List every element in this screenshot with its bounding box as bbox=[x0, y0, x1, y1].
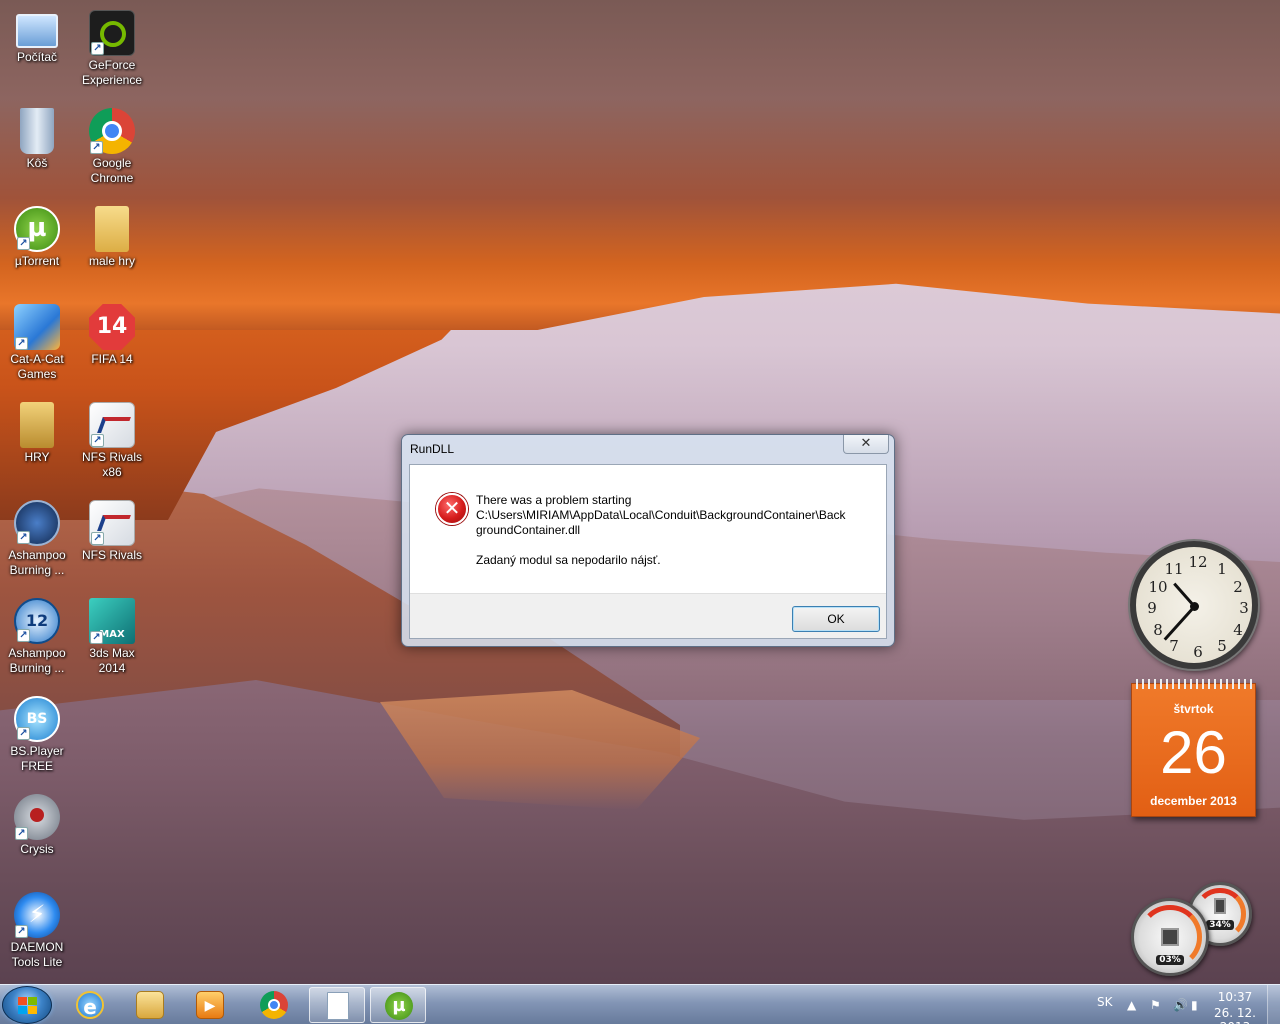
clock-number: 11 bbox=[1164, 560, 1184, 578]
dialog-footer: OK bbox=[410, 593, 886, 638]
taskbar-explorer[interactable] bbox=[122, 987, 178, 1023]
recycle-bin-icon bbox=[20, 108, 54, 154]
desktop-icon-male-hry[interactable]: male hry bbox=[75, 202, 149, 269]
desktop-icon-cat-a-cat[interactable]: ↗ Cat-A-Cat Games bbox=[0, 300, 74, 382]
calendar-month-year: december 2013 bbox=[1150, 794, 1237, 808]
calendar-gadget[interactable]: štvrtok 26 december 2013 bbox=[1131, 679, 1256, 817]
explorer-icon bbox=[136, 991, 164, 1019]
clock-number: 6 bbox=[1193, 643, 1203, 661]
volume-icon[interactable]: 🔊 bbox=[1173, 998, 1188, 1012]
folder-icon bbox=[95, 206, 129, 252]
daemon-tools-icon: ⚡ ↗ bbox=[14, 892, 60, 938]
chrome-icon: ↗ bbox=[89, 108, 135, 154]
dialog-title: RunDLL bbox=[410, 442, 455, 456]
memory-chip-icon bbox=[1214, 897, 1226, 914]
dialog-body: ✕ There was a problem starting C:\Users\… bbox=[409, 464, 887, 639]
chrome-icon bbox=[260, 991, 288, 1019]
ashampoo-12-icon: 12 ↗ bbox=[14, 598, 60, 644]
clock-number: 1 bbox=[1217, 560, 1227, 578]
desktop-icon-ashampoo-burning-1[interactable]: ↗ Ashampoo Burning ... bbox=[0, 496, 74, 578]
clock-number: 7 bbox=[1169, 637, 1179, 655]
clock-number: 2 bbox=[1233, 578, 1243, 596]
taskbar-notepad[interactable] bbox=[309, 987, 365, 1023]
rundll-error-dialog[interactable]: RunDLL ✕ ✕ There was a problem starting … bbox=[401, 434, 895, 647]
desktop-icon-chrome[interactable]: ↗ Google Chrome bbox=[75, 104, 149, 186]
show-hidden-icons-icon[interactable]: ▲ bbox=[1127, 998, 1136, 1012]
document-icon bbox=[327, 992, 349, 1020]
network-icon[interactable]: ▮ bbox=[1191, 998, 1198, 1012]
desktop-icon-pocitac[interactable]: Počítač bbox=[0, 6, 74, 65]
error-message-detail: Zadaný modul sa nepodarilo nájsť. bbox=[476, 553, 661, 567]
ram-percent: 34% bbox=[1206, 919, 1234, 930]
desktop-icon-ashampoo-burning-2[interactable]: 12 ↗ Ashampoo Burning ... bbox=[0, 594, 74, 676]
folder-icon bbox=[20, 402, 54, 448]
nfs-icon: ↗ bbox=[89, 402, 135, 448]
taskbar-chrome[interactable] bbox=[246, 987, 302, 1023]
desktop-icon-kos[interactable]: Kôš bbox=[0, 104, 74, 171]
bsplayer-icon: BS ↗ bbox=[14, 696, 60, 742]
language-indicator[interactable]: SK bbox=[1097, 995, 1113, 1009]
desktop[interactable]: Počítač ↗ GeForce Experience Kôš ↗ Googl… bbox=[0, 0, 1280, 984]
close-button[interactable]: ✕ bbox=[843, 435, 889, 454]
3dsmax-icon: MAX ↗ bbox=[89, 598, 135, 644]
desktop-icon-nfs-rivals-x86[interactable]: ↗ NFS Rivals x86 bbox=[75, 398, 149, 480]
geforce-icon: ↗ bbox=[89, 10, 135, 56]
error-message-path-cont: groundContainer.dll bbox=[476, 523, 581, 537]
error-icon: ✕ bbox=[436, 493, 468, 525]
taskbar-media-player[interactable]: ▶ bbox=[182, 987, 238, 1023]
clock-number: 9 bbox=[1147, 599, 1157, 617]
nfs-icon: ↗ bbox=[89, 500, 135, 546]
error-message-path: C:\Users\MIRIAM\AppData\Local\Conduit\Ba… bbox=[476, 508, 846, 522]
computer-icon bbox=[16, 14, 58, 48]
windows-logo-icon bbox=[18, 997, 38, 1015]
start-button[interactable] bbox=[2, 986, 52, 1024]
utorrent-icon: µ ↗ bbox=[14, 206, 60, 252]
taskbar-ie[interactable]: e bbox=[62, 987, 118, 1023]
cat-a-cat-icon: ↗ bbox=[14, 304, 60, 350]
ok-button[interactable]: OK bbox=[792, 606, 880, 632]
desktop-icon-utorrent[interactable]: µ ↗ µTorrent bbox=[0, 202, 74, 269]
desktop-icon-fifa14[interactable]: 14 FIFA 14 bbox=[75, 300, 149, 367]
show-desktop-button[interactable] bbox=[1267, 985, 1280, 1024]
error-message: There was a problem starting C:\Users\MI… bbox=[476, 493, 866, 568]
cpu-meter-gadget[interactable]: 03% bbox=[1131, 898, 1209, 976]
calendar-rings bbox=[1136, 679, 1252, 689]
taskbar-clock-time[interactable]: 10:37 bbox=[1206, 990, 1264, 1004]
desktop-icon-hry[interactable]: HRY bbox=[0, 398, 74, 465]
desktop-icon-geforce[interactable]: ↗ GeForce Experience bbox=[75, 6, 149, 88]
cpu-chip-icon bbox=[1161, 928, 1179, 947]
fifa-icon: 14 bbox=[89, 304, 135, 350]
taskbar-clock-date[interactable]: 26. 12. 2013 bbox=[1200, 1006, 1270, 1024]
wallpaper-arch bbox=[0, 0, 1280, 330]
desktop-icon-nfs-rivals[interactable]: ↗ NFS Rivals bbox=[75, 496, 149, 563]
cpu-percent: 03% bbox=[1156, 955, 1184, 965]
calendar-day-name: štvrtok bbox=[1173, 702, 1214, 716]
clock-number: 12 bbox=[1188, 553, 1208, 571]
clock-number: 5 bbox=[1217, 637, 1227, 655]
desktop-icon-bsplayer[interactable]: BS ↗ BS.Player FREE bbox=[0, 692, 74, 774]
error-message-line: There was a problem starting bbox=[476, 493, 632, 507]
clock-center bbox=[1190, 602, 1199, 611]
taskbar: e ▶ µ SK ▲ ⚑ 🔊 ▮ 10:37 26. 12. 2013 bbox=[0, 984, 1280, 1024]
clock-number: 3 bbox=[1239, 599, 1249, 617]
ashampoo-compact-icon: ↗ bbox=[14, 500, 60, 546]
clock-number: 10 bbox=[1148, 578, 1168, 596]
utorrent-icon: µ bbox=[385, 992, 413, 1020]
desktop-icon-crysis[interactable]: ↗ Crysis bbox=[0, 790, 74, 857]
crysis-icon: ↗ bbox=[14, 794, 60, 840]
desktop-icon-3dsmax[interactable]: MAX ↗ 3ds Max 2014 bbox=[75, 594, 149, 676]
desktop-icon-daemon-tools[interactable]: ⚡ ↗ DAEMON Tools Lite bbox=[0, 888, 74, 970]
calendar-day-number: 26 bbox=[1160, 719, 1227, 786]
ie-icon: e bbox=[76, 991, 104, 1019]
taskbar-utorrent[interactable]: µ bbox=[370, 987, 426, 1023]
action-center-icon[interactable]: ⚑ bbox=[1150, 998, 1161, 1012]
media-player-icon: ▶ bbox=[196, 991, 224, 1019]
clock-gadget[interactable]: 12 1 2 3 4 5 6 7 8 9 10 11 bbox=[1130, 541, 1258, 669]
dialog-content: ✕ There was a problem starting C:\Users\… bbox=[410, 465, 886, 593]
